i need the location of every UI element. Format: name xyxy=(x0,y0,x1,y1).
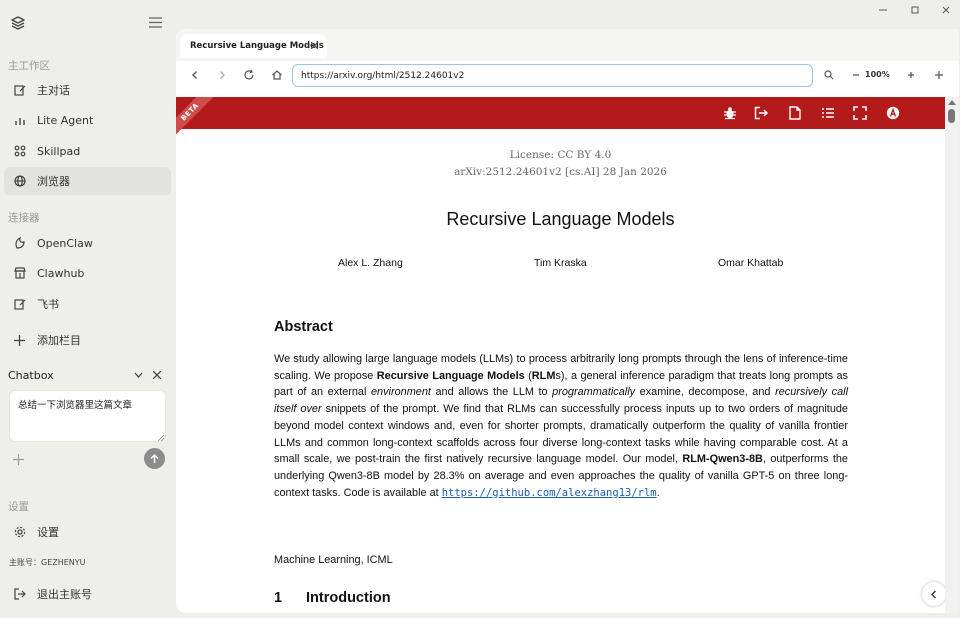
back-icon[interactable] xyxy=(189,69,201,81)
keywords: Machine Learning, ICML xyxy=(274,554,393,566)
browser-tab[interactable]: Recursive Language Models xyxy=(180,34,327,58)
author-name: Omar Khattab xyxy=(718,257,784,269)
arrow-up-icon xyxy=(150,453,159,463)
exit-html-icon[interactable] xyxy=(754,106,768,120)
account-label: 主账号：GEZHENYU xyxy=(9,558,86,567)
sidebar-item-clawhub[interactable]: Clawhub xyxy=(4,259,171,287)
search-icon[interactable] xyxy=(823,69,835,81)
chevron-left-icon xyxy=(931,590,936,598)
scroll-up-icon[interactable] xyxy=(948,100,956,105)
forward-icon[interactable] xyxy=(216,69,228,81)
sidebar-item-label: OpenClaw xyxy=(37,236,93,250)
home-icon[interactable] xyxy=(271,69,283,81)
attach-plus-icon[interactable] xyxy=(13,454,24,465)
author-name: Tim Kraska xyxy=(534,257,587,269)
bug-report-icon[interactable] xyxy=(723,106,737,120)
tab-title: Recursive Language Models xyxy=(190,41,324,51)
maximize-icon[interactable] xyxy=(910,4,922,16)
claw-icon xyxy=(13,237,26,250)
zoom-out-icon[interactable] xyxy=(850,69,862,81)
app-logo-icon[interactable] xyxy=(10,15,26,31)
settings-heading: 设置 xyxy=(8,501,29,513)
bar-chart-icon xyxy=(13,114,26,127)
send-button[interactable] xyxy=(144,448,165,469)
license-text: License: CC BY 4.0 xyxy=(509,149,612,161)
sidebar-item-lite-agent[interactable]: Lite Agent xyxy=(4,106,171,134)
web-page: BETA License: CC BY 4.0 arXiv:2512.24601… xyxy=(176,97,945,613)
minimize-icon[interactable] xyxy=(878,4,890,16)
arxiv-id: arXiv:2512.24601v2 [cs.AI] 28 Jan 2026 xyxy=(454,166,667,178)
logout-icon xyxy=(13,588,26,601)
add-column-button[interactable]: 添加栏目 xyxy=(4,326,171,354)
close-icon[interactable] xyxy=(153,371,161,379)
menu-icon[interactable] xyxy=(149,17,162,28)
workspace-heading: 主工作区 xyxy=(8,60,50,72)
resize-handle-icon[interactable] xyxy=(158,435,164,441)
abstract-heading: Abstract xyxy=(274,319,333,335)
zoom-in-icon[interactable] xyxy=(905,69,917,81)
chevron-down-icon[interactable] xyxy=(134,372,143,378)
reload-icon[interactable] xyxy=(243,69,255,81)
gear-icon xyxy=(13,526,26,539)
window-close-icon[interactable] xyxy=(941,4,953,16)
scrollbar[interactable] xyxy=(945,97,959,613)
plus-icon xyxy=(13,334,26,347)
section-number: 1 xyxy=(274,590,283,606)
address-bar[interactable]: https://arxiv.org/html/2512.24601v2 xyxy=(292,64,813,87)
collapse-panel-button[interactable] xyxy=(922,582,945,606)
table-of-contents-icon[interactable] xyxy=(821,106,835,120)
logout-label: 退出主账号 xyxy=(37,588,92,601)
settings-label: 设置 xyxy=(37,526,59,539)
sidebar: 主工作区 主对话 Lite Agent Skillpad 浏览器 连接器 Ope… xyxy=(0,0,176,618)
sidebar-item-label: Lite Agent xyxy=(37,113,94,127)
edit-icon xyxy=(13,84,26,97)
grid-icon xyxy=(13,145,26,158)
fullscreen-icon[interactable] xyxy=(853,106,867,120)
author-name: Alex L. Zhang xyxy=(338,257,403,269)
url-text: https://arxiv.org/html/2512.24601v2 xyxy=(301,70,465,81)
globe-icon xyxy=(13,175,26,188)
tab-close-icon[interactable] xyxy=(311,42,318,49)
sidebar-item-label: Clawhub xyxy=(37,266,85,280)
accessibility-settings-icon[interactable] xyxy=(886,106,900,120)
logout-button[interactable]: 退出主账号 xyxy=(4,580,171,608)
browser-panel: Recursive Language Models https://arxiv.… xyxy=(176,29,959,613)
scroll-thumb[interactable] xyxy=(948,109,955,123)
connectors-heading: 连接器 xyxy=(8,212,40,224)
sidebar-item-label: 浏览器 xyxy=(37,175,70,188)
paper-title: Recursive Language Models xyxy=(446,209,675,229)
sidebar-item-label: Skillpad xyxy=(37,144,81,158)
abstract-text: We study allowing large language models … xyxy=(274,353,849,499)
sidebar-item-feishu[interactable]: 飞书 xyxy=(4,290,171,318)
sidebar-item-main-chat[interactable]: 主对话 xyxy=(4,76,171,104)
add-column-label: 添加栏目 xyxy=(37,334,81,347)
sidebar-item-openclaw[interactable]: OpenClaw xyxy=(4,229,171,257)
store-icon xyxy=(13,267,26,280)
section-title: Introduction xyxy=(306,590,391,606)
sidebar-item-browser[interactable]: 浏览器 xyxy=(4,167,171,195)
settings-button[interactable]: 设置 xyxy=(4,518,171,546)
new-tab-icon[interactable] xyxy=(933,69,945,81)
chatbox-input[interactable]: 总结一下浏览器里这篇文章 xyxy=(9,390,166,442)
zoom-level: 100% xyxy=(865,70,890,79)
sidebar-item-skillpad[interactable]: Skillpad xyxy=(4,137,171,165)
sidebar-item-label: 飞书 xyxy=(37,298,59,311)
chatbox-title: Chatbox xyxy=(8,369,54,382)
pdf-icon[interactable] xyxy=(788,106,802,120)
edit-icon xyxy=(13,298,26,311)
code-link[interactable]: https://github.com/alexzhang13/rlm xyxy=(442,487,657,499)
sidebar-item-label: 主对话 xyxy=(37,84,70,97)
